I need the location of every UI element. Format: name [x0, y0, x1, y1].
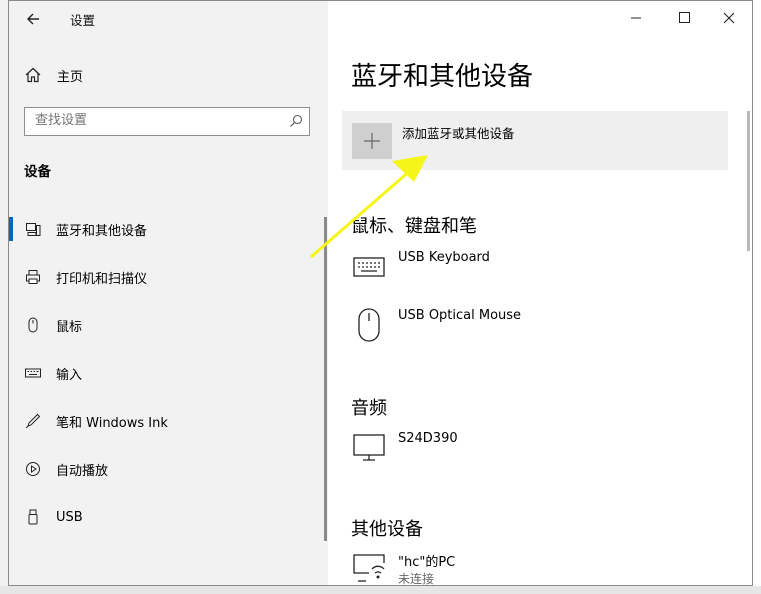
settings-window: 设置 主页 设备 蓝牙和其他设备 [8, 0, 753, 586]
section-title-other-devices: 其他设备 [351, 519, 423, 540]
bluetooth-devices-icon [26, 223, 41, 236]
home-icon [25, 67, 41, 83]
section-title-input-devices: 鼠标、键盘和笔 [351, 216, 477, 237]
usb-icon [28, 509, 38, 525]
sidebar-nav: 蓝牙和其他设备 打印机和扫描仪 鼠标 输入 笔和 Windows Ink 自动播… [9, 205, 319, 541]
page-title: 蓝牙和其他设备 [351, 62, 534, 92]
sidebar: 设置 主页 设备 蓝牙和其他设备 [9, 1, 328, 585]
keyboard-icon [353, 257, 385, 277]
monitor-icon [353, 434, 385, 461]
sidebar-item-usb[interactable]: USB [9, 493, 319, 541]
search-input[interactable] [25, 108, 275, 132]
device-item-keyboard[interactable]: USB Keyboard [352, 250, 732, 290]
home-link[interactable]: 主页 [23, 63, 313, 87]
autoplay-icon [26, 462, 40, 476]
sidebar-item-typing[interactable]: 输入 [9, 349, 319, 397]
section-title-devices: 设备 [24, 164, 51, 180]
sidebar-item-pen[interactable]: 笔和 Windows Ink [9, 397, 319, 445]
add-device-label: 添加蓝牙或其他设备 [402, 126, 515, 141]
sidebar-item-autoplay[interactable]: 自动播放 [9, 445, 319, 493]
search-box[interactable] [24, 107, 310, 136]
device-item-monitor[interactable]: S24D390 [352, 431, 732, 471]
mouse-icon [28, 317, 38, 333]
sidebar-scrollbar[interactable] [324, 217, 327, 541]
sidebar-item-label: USB [56, 509, 83, 525]
mouse-icon [358, 308, 380, 342]
content-scrollbar[interactable] [747, 111, 750, 251]
keyboard-icon [25, 368, 41, 378]
sidebar-item-bluetooth[interactable]: 蓝牙和其他设备 [9, 205, 319, 253]
device-name: "hc"的PC [398, 555, 456, 570]
plus-icon [364, 133, 380, 149]
content-pane: 蓝牙和其他设备 添加蓝牙或其他设备 鼠标、键盘和笔 USB Keyboard U… [328, 1, 752, 585]
sidebar-item-label: 自动播放 [56, 463, 109, 479]
device-item-mouse[interactable]: USB Optical Mouse [352, 308, 732, 348]
back-arrow-icon[interactable] [21, 9, 45, 29]
device-item-pc[interactable]: "hc"的PC 未连接 [352, 551, 732, 586]
section-title-audio: 音频 [351, 398, 387, 419]
search-icon[interactable] [289, 114, 303, 128]
add-device-button[interactable]: 添加蓝牙或其他设备 [342, 111, 728, 170]
device-name: S24D390 [398, 431, 458, 446]
close-icon[interactable] [706, 1, 752, 35]
minimize-icon[interactable] [613, 1, 659, 35]
pen-icon [25, 413, 41, 429]
window-title: 设置 [70, 13, 96, 28]
add-icon-tile [352, 123, 392, 159]
device-name: USB Keyboard [398, 250, 490, 265]
sidebar-item-label: 笔和 Windows Ink [56, 415, 168, 431]
sidebar-item-label: 输入 [56, 367, 83, 383]
sidebar-item-label: 蓝牙和其他设备 [56, 223, 148, 239]
maximize-icon[interactable] [661, 1, 707, 35]
sidebar-item-mouse[interactable]: 鼠标 [9, 301, 319, 349]
sidebar-item-label: 鼠标 [56, 319, 83, 335]
device-status: 未连接 [398, 572, 435, 586]
sidebar-item-label: 打印机和扫描仪 [56, 271, 148, 287]
printer-icon [26, 270, 40, 284]
device-name: USB Optical Mouse [398, 308, 522, 323]
sidebar-item-printers[interactable]: 打印机和扫描仪 [9, 253, 319, 301]
taskbar-edge [0, 586, 761, 594]
wireless-display-icon [353, 554, 385, 582]
home-label: 主页 [57, 69, 84, 85]
